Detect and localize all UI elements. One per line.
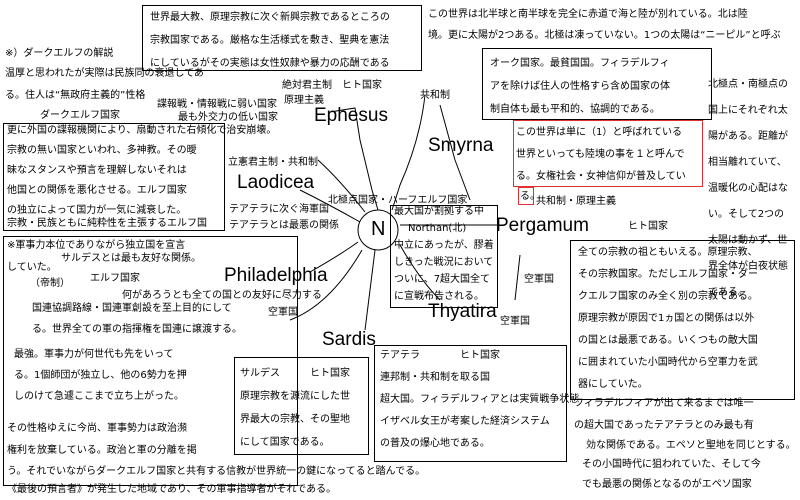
thyatira-box-text: テアテラ ヒト国家 連邦制・共和制を取る国 超大国。フィラデルフィアとは実質戦争… bbox=[380, 345, 579, 455]
world-intro-line-1: この世界は北半球と南半球を完全に赤道で海と陸が別れている。北は陸 bbox=[428, 9, 748, 20]
center-node-north: N bbox=[371, 218, 386, 240]
sardis-line: 原理宗教を源流にした世 bbox=[240, 391, 350, 402]
world-definition-text: この世界は単に（1）と呼ばれている 世界といっても陸塊の事を１と呼んで る。女権… bbox=[516, 122, 686, 188]
military-line-9: 権利を放棄している。政治と軍の分離を掲 bbox=[7, 445, 197, 456]
bottom-right-line-1: フィラデルフィアが出て来るまでは唯一 bbox=[574, 398, 754, 409]
pergamum-line: の国とは最悪である。いくつもの敵大国 bbox=[578, 335, 758, 346]
sardis-box-text: サルデス ヒト国家 原理宗教を源流にした世 界最大の宗教、その聖地 にして国家で… bbox=[240, 362, 350, 454]
navy-label-2: 空軍国 bbox=[500, 316, 530, 327]
military-line-7: しのけて急遽ここまで立ち上がった。 bbox=[14, 391, 184, 402]
sardis-line: サルデス ヒト国家 bbox=[240, 368, 350, 379]
pergamum-human: ヒト国家 bbox=[628, 221, 668, 232]
red-box-line: この世界は単に（1）と呼ばれている bbox=[516, 127, 683, 138]
city-pergamum: Pergamum bbox=[496, 215, 589, 236]
smyrna-line: アを除けば住人の性格すら含め国家の体 bbox=[490, 81, 670, 92]
right-col-line: 相当離れていて、 bbox=[708, 157, 787, 168]
city-sardis: Sardis bbox=[322, 329, 376, 350]
red-box-line: る。女権社会・女神信仰が普及してい bbox=[516, 171, 686, 182]
thyatira-line: の普及の爆心地である。 bbox=[380, 438, 490, 449]
right-col-line: 温暖化の心配はな bbox=[708, 183, 788, 194]
ephesus-kyowa: 共和制 bbox=[420, 90, 450, 101]
darkelf-line: 他国との関係を悪化させる。エルフ国家 bbox=[7, 185, 187, 196]
top-box-line-1: 世界最大教、原理宗教に次ぐ新興宗教であるところの bbox=[150, 12, 390, 23]
darkelf-line-6: 宗教・民族ともに純粋性を主張するエルフ国 bbox=[7, 218, 207, 229]
pergamum-box-text: 全ての宗教の祖ともいえる。原理宗教、 その宗教国家。ただしエルフ国家・ダー クエ… bbox=[578, 242, 758, 396]
pergamum-line: 原理宗教が原因で1ヵ国との関係は以外 bbox=[578, 313, 755, 324]
thyatira-line: 超大国。フィラデルフィアとは実質戦争状態 bbox=[380, 394, 580, 405]
military-line-8: その性格ゆえに今尚、軍事勢力は政治瀕 bbox=[7, 423, 187, 434]
sardis-friendly: サルデスとは最も友好な関係。 bbox=[61, 253, 201, 264]
city-smyrna: Smyrna bbox=[428, 135, 494, 156]
city-ephesus: Ephesus bbox=[314, 105, 388, 126]
pergamum-line: 全ての宗教の祖ともいえる。原理宗教、 bbox=[578, 247, 758, 258]
darkelf-note-heading: ※）ダークエルフの解説 bbox=[5, 48, 114, 59]
military-line-4: る。世界全ての軍の指揮権を国連に譲渡する。 bbox=[32, 324, 242, 335]
darkelf-top-line-2: る。住人は“無政府主義的”性格 bbox=[5, 90, 146, 101]
city-philadelphia: Philadelphia bbox=[224, 265, 328, 286]
smyrna-line: 制自体も最も平和的、協調的である。 bbox=[490, 104, 660, 115]
city-thyatira: Thyatira bbox=[428, 301, 497, 322]
bottom-right-line-5: でも最悪の関係となるのがエペソ国家 bbox=[582, 479, 752, 490]
city-laodicea: Laodicea bbox=[237, 172, 315, 193]
center-line: Northan(北) bbox=[408, 223, 467, 234]
sardis-line: にして国家である。 bbox=[240, 437, 330, 448]
philadelphia-navy: 空軍国 bbox=[268, 307, 298, 318]
darkelf-top-line-1: 温厚と思われたが実際は民族同の衰退してあ bbox=[5, 68, 204, 79]
military-line-5: 最強。軍事力が何世代も先をいって bbox=[14, 349, 174, 360]
pergamum-line: に囲まれていた小国時代から空軍力を武 bbox=[578, 357, 758, 368]
military-line-10: う。それでいながらダークエルフ国家と共有する信教が世界統一の鍵になってると踏んで… bbox=[7, 466, 426, 477]
laodicea-note-2: テアテラとは最悪の関係 bbox=[229, 220, 339, 231]
pergamum-tags: 共和制・原理主義 bbox=[536, 196, 616, 207]
ephesus-tags-4: 最も外交力の低い国家 bbox=[178, 112, 278, 123]
pergamum-line: その宗教国家。ただしエルフ国家・ダー bbox=[578, 269, 758, 280]
laodicea-tags: 立憲君主制・共和制 bbox=[228, 157, 318, 168]
bottom-right-line-4: その小国時代に狙われていた、そして今 bbox=[582, 459, 761, 470]
center-line: 中立にあったが、膠着 bbox=[394, 240, 494, 251]
pergamum-line: クエルフ国家のみ全く別の宗教である。 bbox=[578, 291, 758, 302]
thyatira-line: 連邦制・共和制を取る国 bbox=[380, 372, 490, 383]
smyrna-line: オーク国家。最貧国国。フィラデルフィ bbox=[490, 58, 670, 69]
sardis-line: 界最大の宗教、その聖地 bbox=[240, 414, 350, 425]
military-line-11: 《最後の預言者》が発生した地域であり、その軍事指導者がそれである。 bbox=[7, 484, 337, 495]
smyrna-box-text: オーク国家。最貧国国。フィラデルフィ アを除けば住人の性格すら含め国家の体 制自… bbox=[490, 52, 670, 121]
right-col-line: 国上にそれぞれ太 bbox=[708, 105, 788, 116]
thyatira-line: テアテラ ヒト国家 bbox=[380, 350, 500, 361]
red-box-line: 世界といっても陸塊の事を１と呼んで bbox=[516, 149, 685, 160]
military-line-6: る。1個師団が独立し、他の6勢力を押 bbox=[14, 370, 187, 381]
top-box-line-2: 宗教国家である。厳格な生活様式を敷き、聖典を憲法 bbox=[150, 35, 390, 46]
pergamum-line: 器にしていた。 bbox=[578, 379, 648, 390]
right-col-line: 陽がある。距離が bbox=[708, 131, 788, 142]
empire-label: （帝制） bbox=[30, 278, 70, 289]
right-col-line: い。そして2つの bbox=[708, 209, 785, 220]
military-line-3: 国連協調路線・国連軍創設を至上目的にして bbox=[32, 303, 232, 314]
right-col-line: 北極点・南極点の bbox=[708, 79, 788, 90]
world-intro-line-2: 境。更に太陽が2つある。北極は凍っていない。1つの太陽は“ニーピル”と呼ぶ bbox=[428, 30, 781, 41]
bottom-right-line-2: の超大国であったテアテラとのみ最も有 bbox=[574, 420, 754, 431]
center-line: ついに、7超大国全て bbox=[394, 274, 491, 285]
center-box-text: 最大国が割拠する中 Northan(北) 中立にあったが、膠着 しきった戦況にお… bbox=[394, 203, 494, 305]
thyatira-line: イザベル女王が考案した経済システム bbox=[380, 416, 550, 427]
navy-label-1: 空軍国 bbox=[524, 274, 554, 285]
bottom-right-line-3: 効な関係である。エペソと聖地を同じとする。 bbox=[586, 440, 796, 451]
center-line: 最大国が割拠する中 bbox=[394, 206, 484, 217]
center-line: しきった戦況において bbox=[394, 257, 494, 268]
